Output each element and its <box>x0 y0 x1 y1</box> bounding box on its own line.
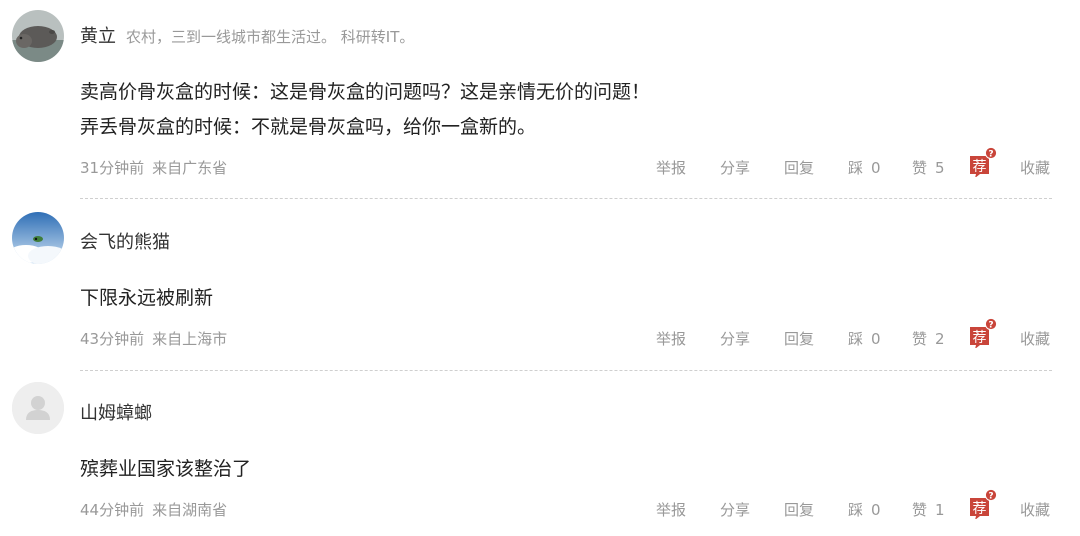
comment-item: 黄立 农村，三到一线城市都生活过。 科研转IT。 卖高价骨灰盒的时候：这是骨灰盒的… <box>0 0 1080 200</box>
user-avatar-hippo[interactable] <box>12 10 64 62</box>
like-button[interactable]: 赞5 <box>912 157 945 178</box>
comment-item: 会飞的熊猫 下限永远被刷新 43分钟前 来自上海市 举报 分享 回复 踩0 赞2 … <box>0 200 1080 371</box>
like-label: 赞 <box>912 159 928 177</box>
help-badge-label: ? <box>988 492 993 502</box>
dislike-count: 0 <box>871 330 881 348</box>
dislike-label: 踩 <box>848 159 864 177</box>
recommend-button[interactable]: 荐 ? <box>968 147 998 177</box>
sky-photo-icon <box>12 212 64 264</box>
author-bio: 农村，三到一线城市都生活过。 科研转IT。 <box>126 28 415 46</box>
like-label: 赞 <box>912 330 928 348</box>
comment-text-line: 下限永远被刷新 <box>80 287 214 309</box>
author-name[interactable]: 会飞的熊猫 <box>80 232 170 253</box>
author-line: 山姆蟑螂 <box>80 399 152 425</box>
favorite-button[interactable]: 收藏 <box>1020 328 1050 349</box>
comment-text-line: 弄丢骨灰盒的时候：不就是骨灰盒吗，给你一盒新的。 <box>80 116 537 138</box>
dislike-count: 0 <box>871 159 881 177</box>
like-button[interactable]: 赞1 <box>912 499 945 520</box>
comment-text-line: 殡葬业国家该整治了 <box>80 458 252 480</box>
user-avatar-default[interactable] <box>12 382 64 434</box>
dislike-button[interactable]: 踩0 <box>848 328 881 349</box>
recommend-label: 荐 <box>973 330 987 346</box>
help-badge-label: ? <box>988 150 993 160</box>
reply-button[interactable]: 回复 <box>784 157 814 178</box>
comment-actions: 举报 分享 回复 踩0 赞5 荐 ? 收藏 <box>0 147 1080 181</box>
like-count: 1 <box>935 501 945 519</box>
like-count: 2 <box>935 330 945 348</box>
share-button[interactable]: 分享 <box>720 499 750 520</box>
share-button[interactable]: 分享 <box>720 157 750 178</box>
reply-button[interactable]: 回复 <box>784 499 814 520</box>
comment-divider <box>80 198 1052 199</box>
dislike-button[interactable]: 踩0 <box>848 499 881 520</box>
dislike-label: 踩 <box>848 501 864 519</box>
dislike-count: 0 <box>871 501 881 519</box>
recommend-button[interactable]: 荐 ? <box>968 318 998 348</box>
author-line: 黄立 农村，三到一线城市都生活过。 科研转IT。 <box>80 22 414 48</box>
comment-actions: 举报 分享 回复 踩0 赞2 荐 ? 收藏 <box>0 318 1080 352</box>
comment-text-line: 卖高价骨灰盒的时候：这是骨灰盒的问题吗？这是亲情无价的问题！ <box>80 81 651 103</box>
report-button[interactable]: 举报 <box>656 499 686 520</box>
author-name[interactable]: 黄立 <box>80 26 116 47</box>
dislike-button[interactable]: 踩0 <box>848 157 881 178</box>
help-badge-label: ? <box>988 321 993 331</box>
user-avatar-sky[interactable] <box>12 212 64 264</box>
default-user-icon <box>12 382 64 434</box>
recommend-label: 荐 <box>973 159 987 175</box>
author-line: 会飞的熊猫 <box>80 228 170 254</box>
like-button[interactable]: 赞2 <box>912 328 945 349</box>
hippo-photo-icon <box>12 10 64 62</box>
dislike-label: 踩 <box>848 330 864 348</box>
favorite-button[interactable]: 收藏 <box>1020 157 1050 178</box>
author-name[interactable]: 山姆蟑螂 <box>80 403 152 424</box>
favorite-button[interactable]: 收藏 <box>1020 499 1050 520</box>
comment-item: 山姆蟑螂 殡葬业国家该整治了 44分钟前 来自湖南省 举报 分享 回复 踩0 赞1… <box>0 370 1080 536</box>
recommend-button[interactable]: 荐 ? <box>968 489 998 519</box>
like-count: 5 <box>935 159 945 177</box>
share-button[interactable]: 分享 <box>720 328 750 349</box>
reply-button[interactable]: 回复 <box>784 328 814 349</box>
report-button[interactable]: 举报 <box>656 328 686 349</box>
report-button[interactable]: 举报 <box>656 157 686 178</box>
recommend-label: 荐 <box>973 501 987 517</box>
like-label: 赞 <box>912 501 928 519</box>
comment-actions: 举报 分享 回复 踩0 赞1 荐 ? 收藏 <box>0 489 1080 523</box>
